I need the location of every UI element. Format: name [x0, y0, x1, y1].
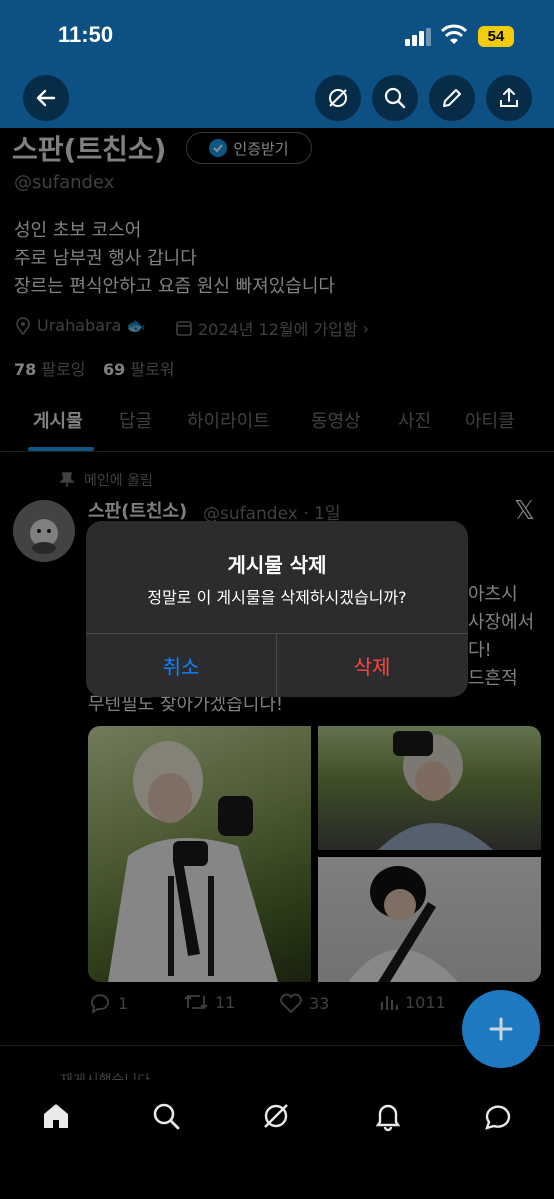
home-icon[interactable] [40, 1100, 72, 1132]
search-icon [384, 87, 406, 109]
edit-button[interactable] [429, 75, 475, 121]
messages-icon[interactable] [482, 1100, 514, 1132]
header-bar: 11:50 54 [0, 0, 554, 128]
back-button[interactable] [23, 75, 69, 121]
search-button[interactable] [372, 75, 418, 121]
grok-icon [329, 89, 347, 107]
compose-fab-button[interactable] [462, 990, 540, 1068]
status-time: 11:50 [58, 22, 114, 47]
dialog-title: 게시물 삭제 [227, 553, 327, 577]
delete-post-dialog: 게시물 삭제 정말로 이 게시물을 삭제하시겠습니까? 취소 삭제 [86, 521, 468, 697]
delete-button[interactable]: 삭제 [277, 633, 467, 697]
grok-button[interactable] [315, 75, 361, 121]
share-icon [500, 88, 518, 107]
edit-pencil-icon [443, 89, 461, 107]
notifications-bell-icon[interactable] [372, 1100, 404, 1132]
wifi-icon [441, 24, 467, 44]
share-button[interactable] [486, 75, 532, 121]
grok-nav-icon[interactable] [260, 1100, 292, 1132]
signal-icon [405, 28, 431, 46]
cancel-button[interactable]: 취소 [86, 633, 276, 697]
bottom-nav [0, 1080, 554, 1199]
dialog-message: 정말로 이 게시물을 삭제하시겠습니까? [147, 588, 407, 607]
plus-icon [489, 1017, 513, 1041]
back-arrow-icon [36, 89, 56, 107]
search-nav-icon[interactable] [150, 1100, 182, 1132]
battery-indicator: 54 [478, 26, 514, 47]
